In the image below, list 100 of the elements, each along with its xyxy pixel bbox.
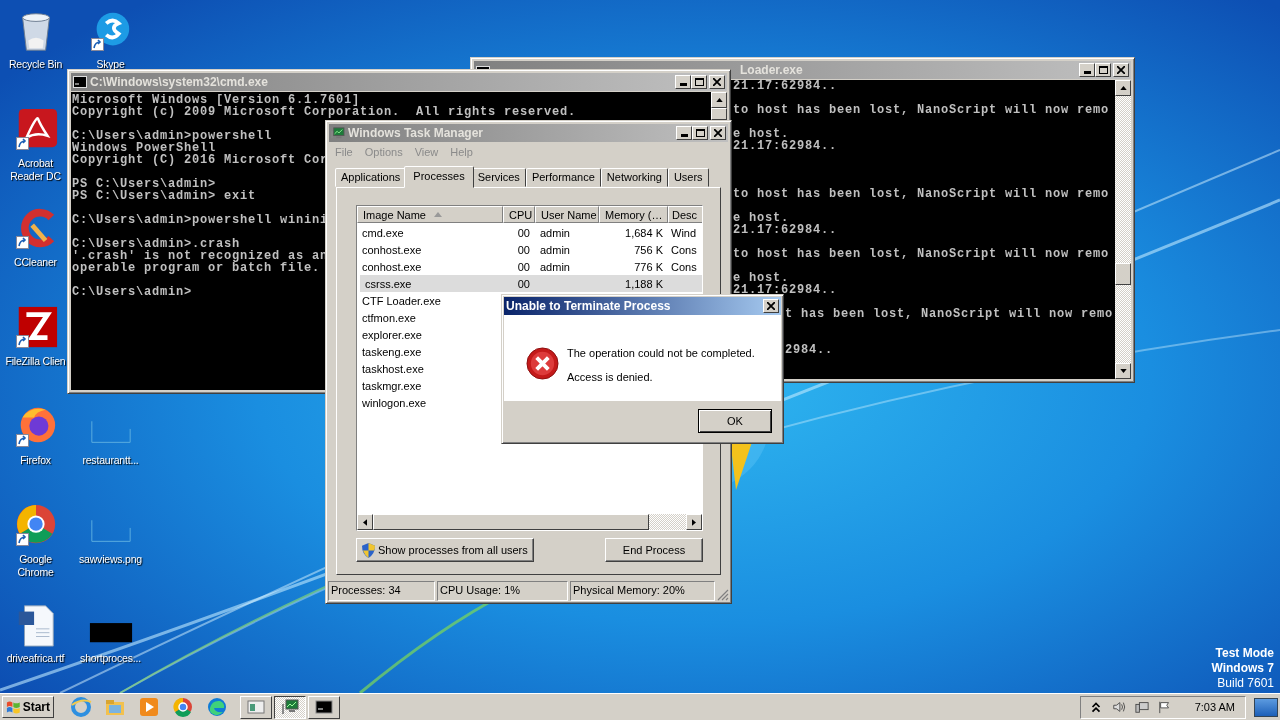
console-line: e host.	[733, 212, 789, 224]
status-text: CPU Usage: 1%	[437, 581, 568, 601]
windows-flag-icon	[6, 700, 21, 714]
table-cell-text: 00	[516, 226, 531, 239]
console-line: t has been lost, NanoScript will now remo	[785, 308, 1114, 320]
monitor-icon	[331, 127, 345, 139]
minimize-icon	[679, 83, 687, 86]
table-cell-text: explorer.exe	[361, 328, 423, 341]
network-icon[interactable]	[1134, 700, 1149, 714]
window-title: C:\Windows\system32\cmd.exe	[90, 75, 269, 89]
table-cell-text: 1,188 K	[624, 277, 664, 290]
table-cell-text: cmd.exe	[361, 226, 405, 239]
scroll-up-button[interactable]	[1115, 80, 1131, 96]
scroll-up-button[interactable]	[711, 92, 727, 108]
tab[interactable]: Networking	[600, 168, 668, 187]
table-cell-text: Cons	[670, 243, 698, 256]
system-notice-text: Windows 7	[1211, 661, 1274, 676]
resize-grip-icon[interactable]	[717, 589, 729, 601]
console-line: e host.	[733, 128, 789, 140]
process-row[interactable]: conhost.exe 00 admin 776 K Cons	[357, 258, 702, 275]
speaker-icon[interactable]	[1111, 700, 1126, 714]
console-line: 21.17:62984..	[733, 224, 837, 236]
scrollbar-thumb[interactable]	[1115, 263, 1131, 285]
right-arrow-icon	[692, 518, 696, 526]
error-icon	[526, 347, 559, 380]
close-icon	[713, 78, 721, 86]
column-header[interactable]: CPU	[503, 206, 535, 223]
minimize-icon	[680, 134, 688, 137]
table-cell-text: Wind	[670, 226, 698, 239]
status-text: Processes: 34	[328, 581, 435, 601]
close-button[interactable]	[763, 299, 779, 313]
process-row[interactable]: csrss.exe 00 1,188 K	[360, 275, 702, 292]
table-cell-text: csrss.exe	[364, 277, 413, 290]
left-arrow-icon	[363, 518, 367, 526]
browser-icon[interactable]	[206, 696, 228, 718]
console-line: 21.17:62984..	[733, 140, 837, 152]
console-line: operable program or batch file.	[72, 262, 321, 274]
console-line: PS C:\Users\admin> exit	[72, 190, 257, 202]
console-line: C:\Users\admin>	[72, 286, 193, 298]
icon-label: Acrobat Reader DC	[9, 157, 62, 183]
system-notice-text: Build 7601	[1217, 676, 1274, 691]
icon-label: CCleaner	[14, 256, 57, 269]
console-line: C:\Users\admin>.crash	[72, 238, 241, 250]
down-arrow-icon	[1119, 369, 1127, 373]
window-title: Windows Task Manager	[348, 126, 485, 140]
column-header[interactable]: Memory (…	[599, 206, 668, 223]
maximize-icon	[694, 78, 704, 86]
show-all-users-button[interactable]: Show processes from all users	[356, 538, 534, 562]
window-title: Loader.exe	[739, 63, 804, 77]
scroll-left-button[interactable]	[357, 514, 373, 530]
table-cell-text: admin	[539, 260, 571, 273]
scrollbar[interactable]	[1115, 80, 1131, 379]
tab[interactable]: Processes	[404, 166, 474, 188]
close-icon	[767, 302, 775, 310]
scrollbar-thumb[interactable]	[711, 108, 727, 120]
column-header[interactable]: User Name	[535, 206, 599, 223]
console-line: to host has been lost, NanoScript will now remo	[733, 248, 1110, 260]
close-icon	[714, 129, 722, 137]
window-icon	[247, 699, 265, 715]
column-header[interactable]: Desc	[668, 206, 702, 223]
browser-icon[interactable]	[172, 696, 194, 718]
clock[interactable]: 7:03 AM	[1194, 701, 1235, 713]
column-header[interactable]: Image Name	[357, 206, 503, 223]
sort-arrow-icon	[434, 212, 442, 217]
scroll-right-button[interactable]	[686, 514, 702, 530]
tab[interactable]: Services	[471, 168, 526, 187]
flag-icon[interactable]	[1157, 700, 1172, 714]
tab[interactable]: Applications	[335, 168, 407, 187]
maximize-icon	[1098, 66, 1108, 74]
scrollbar[interactable]	[357, 514, 702, 530]
up-arrow-icon	[1119, 86, 1127, 90]
icon-label: sawviews.png	[79, 553, 142, 566]
start-button[interactable]: Start	[2, 696, 54, 718]
icon-label: restaurantt...	[82, 454, 139, 467]
table-cell-text: 756 K	[633, 243, 664, 256]
tab[interactable]: Performance	[525, 168, 601, 187]
scrollbar-thumb[interactable]	[373, 514, 649, 530]
show-desktop-button[interactable]	[1254, 697, 1278, 717]
console-line: Microsoft Windows [Version 6.1.7601]	[72, 94, 361, 106]
minimize-icon	[1083, 71, 1091, 74]
console-line: 21.17:62984..	[733, 80, 837, 92]
taskbar-window-button[interactable]	[274, 695, 306, 719]
table-cell-text: 00	[516, 243, 531, 256]
console-line: Copyright (c) 2009 Microsoft Corporation. All rights reserved.	[72, 106, 577, 118]
table-cell-text: 00	[516, 277, 531, 290]
ok-button[interactable]: OK	[698, 409, 772, 433]
table-cell-text: 776 K	[633, 260, 664, 273]
table-cell-text: ctfmon.exe	[361, 311, 417, 324]
monitor-icon	[281, 699, 299, 715]
icon-label: shortproces...	[80, 652, 141, 665]
tab[interactable]: Users	[667, 168, 709, 187]
table-cell-text: 1,684 K	[624, 226, 664, 239]
process-row[interactable]: conhost.exe 00 admin 756 K Cons	[357, 241, 702, 258]
system-notice-text: Test Mode	[1215, 646, 1274, 661]
table-cell-text: conhost.exe	[361, 260, 423, 273]
process-row[interactable]: cmd.exe 00 admin 1,684 K Wind	[357, 224, 702, 241]
up-arrow-icon	[715, 98, 723, 102]
table-cell-text: conhost.exe	[361, 243, 423, 256]
scroll-down-button[interactable]	[1115, 363, 1131, 379]
end-process-button[interactable]: End Process	[605, 538, 703, 562]
